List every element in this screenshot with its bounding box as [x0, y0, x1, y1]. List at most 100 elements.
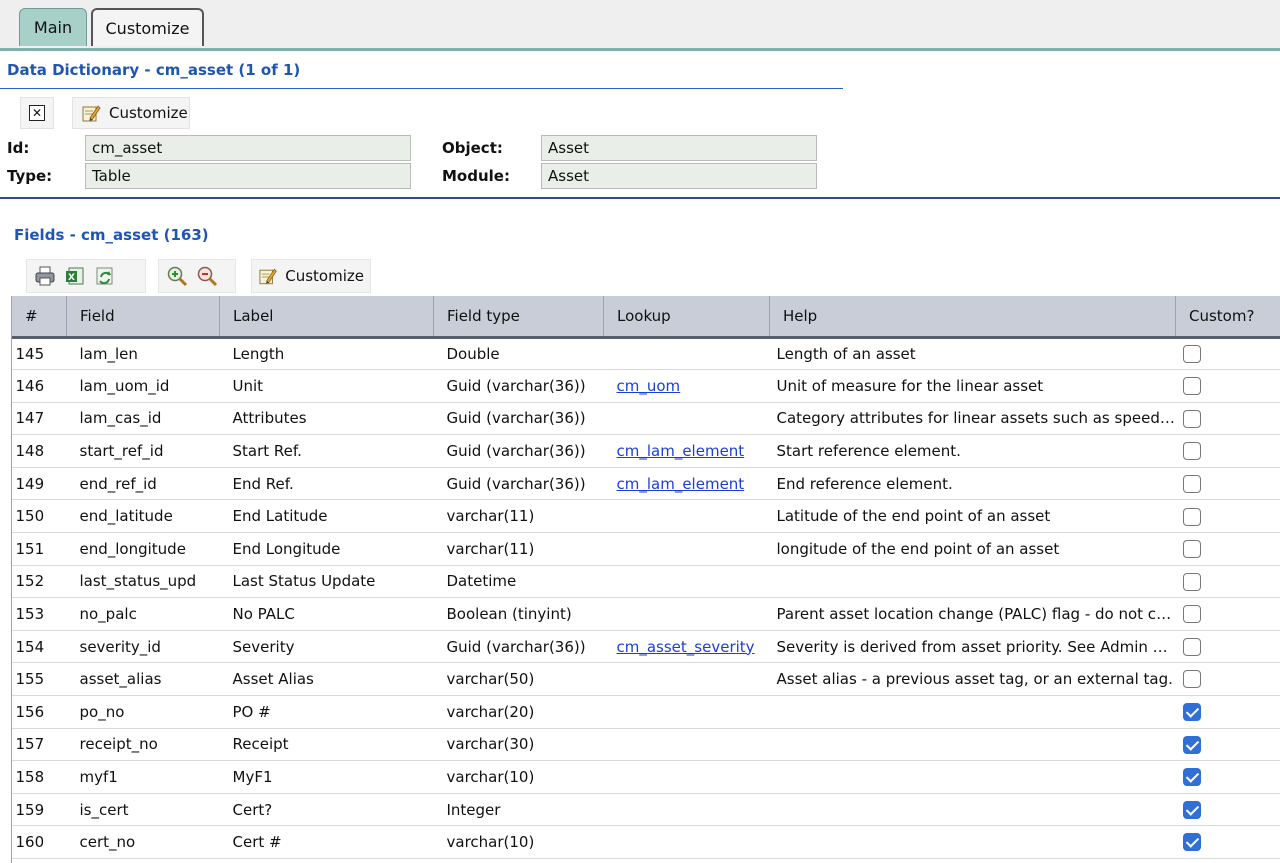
table-row[interactable]: 146 lam_uom_id Unit Guid (varchar(36)) cm_uo… — [11, 369, 1280, 403]
row-lookup — [603, 728, 770, 762]
row-field: start_ref_id — [66, 434, 220, 468]
refresh-icon[interactable] — [93, 264, 117, 288]
table-row[interactable]: 152 last_status_upd Last Status Update Date… — [11, 565, 1280, 599]
table-row[interactable]: 150 end_latitude End Latitude varchar(11) La… — [11, 499, 1280, 534]
row-label: Receipt — [219, 728, 434, 762]
row-custom — [1175, 499, 1280, 534]
lookup-link[interactable]: cm_lam_element — [617, 442, 745, 460]
row-lookup — [603, 499, 770, 534]
tab-bar: Main Customize — [0, 0, 1280, 51]
custom-checkbox[interactable] — [1182, 833, 1201, 852]
custom-checkbox[interactable] — [1182, 735, 1201, 754]
type-label: Type: — [7, 167, 53, 185]
column-header-custom[interactable]: Custom? — [1175, 296, 1280, 339]
tab-customize[interactable]: Customize — [91, 8, 204, 46]
custom-checkbox[interactable] — [1182, 345, 1201, 364]
lookup-link[interactable]: cm_uom — [617, 377, 681, 395]
table-row[interactable]: 159 is_cert Cert? Integer — [11, 793, 1280, 827]
data-dictionary-title: Data Dictionary - cm_asset (1 of 1) — [7, 61, 301, 79]
table-row[interactable]: 147 lam_cas_id Attributes Guid (varchar(36)… — [11, 402, 1280, 436]
custom-checkbox[interactable] — [1182, 474, 1201, 493]
custom-checkbox[interactable] — [1182, 703, 1201, 722]
table-row[interactable]: 158 myf1 MyF1 varchar(10) — [11, 760, 1280, 794]
row-custom — [1175, 760, 1280, 794]
export-excel-icon[interactable]: X — [63, 264, 87, 288]
row-label: Asset Alias — [219, 662, 434, 697]
table-row[interactable]: 153 no_palc No PALC Boolean (tinyint) Parent… — [11, 597, 1280, 631]
row-field-type: Guid (varchar(36)) — [433, 467, 604, 501]
table-row[interactable]: 160 cert_no Cert # varchar(10) — [11, 825, 1280, 859]
table-row[interactable]: 155 asset_alias Asset Alias varchar(50) Asse… — [11, 662, 1280, 697]
row-lookup: cm_asset_severity — [603, 630, 770, 664]
lookup-link[interactable]: cm_lam_element — [617, 475, 745, 493]
row-number: 158 — [11, 760, 67, 794]
custom-checkbox[interactable] — [1182, 637, 1201, 656]
dictionary-customize-button[interactable]: Customize — [72, 97, 190, 129]
module-field: Asset — [541, 163, 817, 189]
row-label: MyF1 — [219, 760, 434, 794]
row-field-type: Integer — [433, 793, 604, 827]
row-lookup — [603, 337, 770, 371]
row-label: Severity — [219, 630, 434, 664]
row-number: 160 — [11, 825, 67, 859]
row-label: Length — [219, 337, 434, 371]
custom-checkbox[interactable] — [1182, 572, 1201, 591]
row-lookup: cm_lam_element — [603, 434, 770, 468]
row-help: Length of an asset — [769, 337, 1176, 371]
table-row[interactable]: 145 lam_len Length Double Length of an asset — [11, 337, 1280, 371]
table-row[interactable]: 157 receipt_no Receipt varchar(30) — [11, 728, 1280, 762]
table-row[interactable]: 149 end_ref_id End Ref. Guid (varchar(36)) c… — [11, 467, 1280, 501]
zoom-in-icon[interactable] — [165, 264, 189, 288]
row-field-type: varchar(30) — [433, 728, 604, 762]
column-header-number[interactable]: # — [11, 296, 67, 339]
custom-checkbox[interactable] — [1182, 507, 1201, 526]
table-row[interactable]: 151 end_longitude End Longitude varchar(11)… — [11, 532, 1280, 566]
table-row[interactable]: 154 severity_id Severity Guid (varchar(36))… — [11, 630, 1280, 664]
row-custom — [1175, 793, 1280, 827]
row-help — [769, 825, 1176, 859]
tab-main[interactable]: Main — [19, 8, 87, 46]
custom-checkbox[interactable] — [1182, 540, 1201, 559]
custom-checkbox[interactable] — [1182, 800, 1201, 819]
row-field-type: varchar(20) — [433, 695, 604, 729]
svg-text:X: X — [68, 273, 75, 283]
section-divider — [0, 197, 1280, 199]
custom-checkbox[interactable] — [1182, 409, 1201, 428]
table-row[interactable]: 148 start_ref_id Start Ref. Guid (varchar(3… — [11, 434, 1280, 468]
fields-customize-button[interactable]: Customize — [251, 259, 371, 293]
column-header-help[interactable]: Help — [769, 296, 1176, 339]
column-header-field-type[interactable]: Field type — [433, 296, 604, 339]
custom-checkbox[interactable] — [1182, 442, 1201, 461]
row-number: 149 — [11, 467, 67, 501]
row-lookup — [603, 597, 770, 631]
close-button[interactable]: ✕ — [20, 97, 54, 129]
custom-checkbox[interactable] — [1182, 670, 1201, 689]
custom-checkbox[interactable] — [1182, 768, 1201, 787]
column-header-field[interactable]: Field — [66, 296, 220, 339]
custom-checkbox[interactable] — [1182, 605, 1201, 624]
fields-title: Fields - cm_asset (163) — [14, 226, 209, 244]
column-header-label[interactable]: Label — [219, 296, 434, 339]
custom-checkbox[interactable] — [1182, 377, 1201, 396]
column-header-lookup[interactable]: Lookup — [603, 296, 770, 339]
row-number: 146 — [11, 369, 67, 403]
table-row[interactable]: 156 po_no PO # varchar(20) — [11, 695, 1280, 729]
row-label: No PALC — [219, 597, 434, 631]
row-field: lam_len — [66, 337, 220, 371]
row-lookup — [603, 793, 770, 827]
object-field: Asset — [541, 135, 817, 161]
row-number: 145 — [11, 337, 67, 371]
row-number: 150 — [11, 499, 67, 534]
row-lookup — [603, 402, 770, 436]
print-icon[interactable] — [33, 264, 57, 288]
fields-toolbar-export: X — [26, 259, 146, 293]
row-custom — [1175, 695, 1280, 729]
lookup-link[interactable]: cm_asset_severity — [617, 638, 755, 656]
row-label: Unit — [219, 369, 434, 403]
zoom-out-icon[interactable] — [195, 264, 219, 288]
row-custom — [1175, 369, 1280, 403]
row-number: 147 — [11, 402, 67, 436]
row-custom — [1175, 434, 1280, 468]
row-help — [769, 695, 1176, 729]
row-help: Latitude of the end point of an asset — [769, 499, 1176, 534]
